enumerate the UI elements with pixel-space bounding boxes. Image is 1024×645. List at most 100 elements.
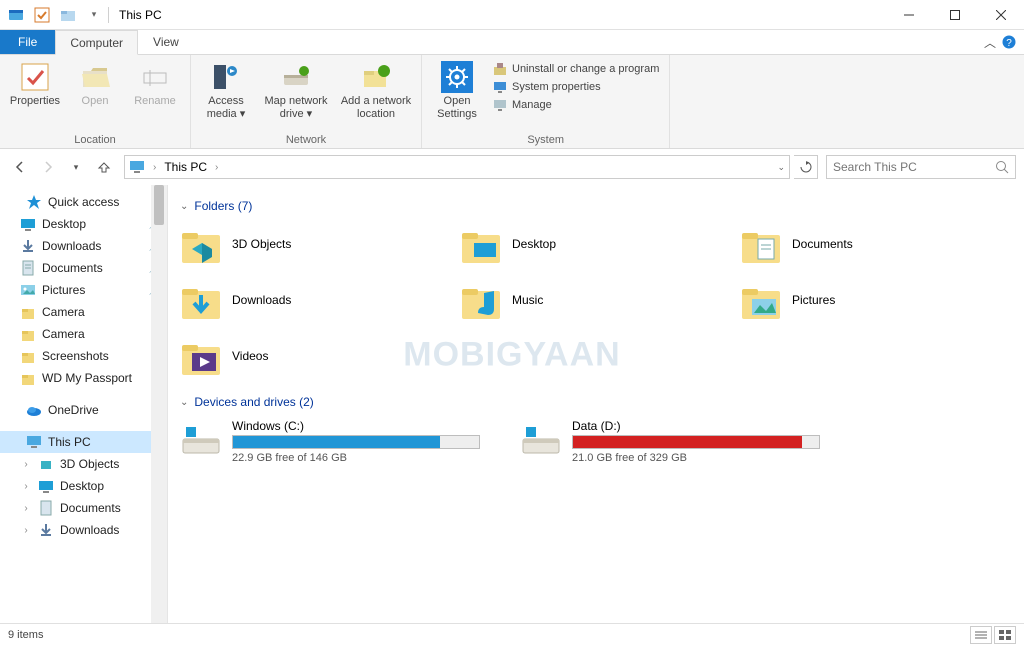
folders-section-header[interactable]: ⌄ Folders (7) [180,199,1012,213]
properties-button[interactable]: Properties [6,59,64,132]
help-icon[interactable]: ? [1002,35,1016,49]
folder-icon [20,282,36,298]
address-dropdown-icon[interactable]: ⌄ [777,162,785,173]
drive-windows-c-[interactable]: Windows (C:)22.9 GB free of 146 GB [180,419,480,464]
folder-icon [20,370,36,386]
expand-icon[interactable]: › [20,503,32,514]
folder-large-icon [460,279,502,321]
open-folder-icon [79,61,111,93]
sidebar-item-3d-objects[interactable]: ›3D Objects [0,453,167,475]
folder-videos[interactable]: Videos [180,335,440,377]
open-button[interactable]: Open [66,59,124,132]
content-pane[interactable]: ⌄ Folders (7) 3D Objects Desktop Documents… [168,185,1024,623]
drive-free-space: 21.0 GB free of 329 GB [572,452,820,464]
search-box[interactable] [826,155,1016,179]
uninstall-program-button[interactable]: Uninstall or change a program [492,61,659,77]
qat-new-folder-icon[interactable] [58,5,78,25]
app-icon[interactable] [6,5,26,25]
search-icon[interactable] [995,160,1009,174]
breadcrumb-item[interactable]: This PC [164,160,207,174]
file-tab[interactable]: File [0,30,55,54]
sidebar-this-pc[interactable]: This PC [0,431,167,453]
maximize-button[interactable] [932,0,978,30]
sidebar-item-documents[interactable]: ›Documents [0,497,167,519]
qat-properties-icon[interactable] [32,5,52,25]
tab-computer[interactable]: Computer [55,30,138,55]
forward-button[interactable] [36,155,60,179]
ribbon-collapse-icon[interactable]: ︿ [984,34,996,51]
qat-customize-icon[interactable]: ▾ [84,5,104,25]
up-button[interactable] [92,155,116,179]
sidebar-item-pictures[interactable]: Pictures📌 [0,279,167,301]
onedrive-icon [26,402,42,418]
folder-downloads[interactable]: Downloads [180,279,440,321]
folder-icon [20,216,36,232]
folder-large-icon [740,279,782,321]
folder-icon [38,500,54,516]
drive-icon [520,419,562,461]
add-network-location-button[interactable]: Add a network location [337,59,415,132]
settings-gear-icon [441,61,473,93]
folder-pictures[interactable]: Pictures [740,279,1000,321]
sidebar-onedrive[interactable]: OneDrive [0,399,167,421]
close-button[interactable] [978,0,1024,30]
sidebar-item-downloads[interactable]: Downloads📌 [0,235,167,257]
sidebar-item-camera[interactable]: Camera [0,323,167,345]
recent-locations-button[interactable]: ▾ [64,155,88,179]
drive-data-d-[interactable]: Data (D:)21.0 GB free of 329 GB [520,419,820,464]
details-view-button[interactable] [970,626,992,644]
sidebar-item-wd-my-passport[interactable]: WD My Passport [0,367,167,389]
refresh-button[interactable] [794,155,818,179]
expand-icon[interactable]: › [20,459,32,470]
sidebar-quick-access[interactable]: Quick access [0,191,167,213]
manage-button[interactable]: Manage [492,97,659,113]
folder-icon [20,238,36,254]
address-bar[interactable]: › This PC › ⌄ [124,155,790,179]
sidebar-item-desktop[interactable]: ›Desktop [0,475,167,497]
navigation-pane[interactable]: Quick access Desktop📌Downloads📌Documents… [0,185,168,623]
expand-icon[interactable]: › [20,525,32,536]
drives-section-header[interactable]: ⌄ Devices and drives (2) [180,395,1012,409]
sidebar-item-downloads[interactable]: ›Downloads [0,519,167,541]
group-label-system: System [428,132,663,146]
folder-icon [38,478,54,494]
open-settings-button[interactable]: Open Settings [428,59,486,132]
folder-large-icon [740,223,782,265]
program-icon [492,61,508,77]
this-pc-icon [129,159,145,175]
folder-3d-objects[interactable]: 3D Objects [180,223,440,265]
folder-desktop[interactable]: Desktop [460,223,720,265]
drive-usage-bar [232,435,480,449]
sidebar-item-screenshots[interactable]: Screenshots [0,345,167,367]
back-button[interactable] [8,155,32,179]
folder-large-icon [180,335,222,377]
chevron-down-icon[interactable]: ⌄ [180,201,188,212]
folder-large-icon [460,223,502,265]
this-pc-icon [26,434,42,450]
sidebar-item-camera[interactable]: Camera [0,301,167,323]
access-media-button[interactable]: Access media ▾ [197,59,255,132]
map-network-drive-button[interactable]: Map network drive ▾ [257,59,335,132]
sidebar-item-desktop[interactable]: Desktop📌 [0,213,167,235]
chevron-down-icon[interactable]: ⌄ [180,397,188,408]
thumbnails-view-button[interactable] [994,626,1016,644]
folder-large-icon [180,279,222,321]
breadcrumb-chevron-icon[interactable]: › [211,162,222,173]
folder-documents[interactable]: Documents [740,223,1000,265]
sidebar-scrollbar[interactable] [151,185,167,623]
folder-icon [20,348,36,364]
search-input[interactable] [833,160,995,174]
breadcrumb-chevron-icon[interactable]: › [149,162,160,173]
drive-icon [180,419,222,461]
properties-icon [19,61,51,93]
status-item-count: 9 items [8,629,43,641]
tab-view[interactable]: View [138,30,194,54]
system-properties-button[interactable]: System properties [492,79,659,95]
minimize-button[interactable] [886,0,932,30]
sidebar-item-documents[interactable]: Documents📌 [0,257,167,279]
drive-free-space: 22.9 GB free of 146 GB [232,452,480,464]
rename-button[interactable]: Rename [126,59,184,132]
folder-music[interactable]: Music [460,279,720,321]
expand-icon[interactable]: › [20,481,32,492]
add-network-location-icon [360,61,392,93]
